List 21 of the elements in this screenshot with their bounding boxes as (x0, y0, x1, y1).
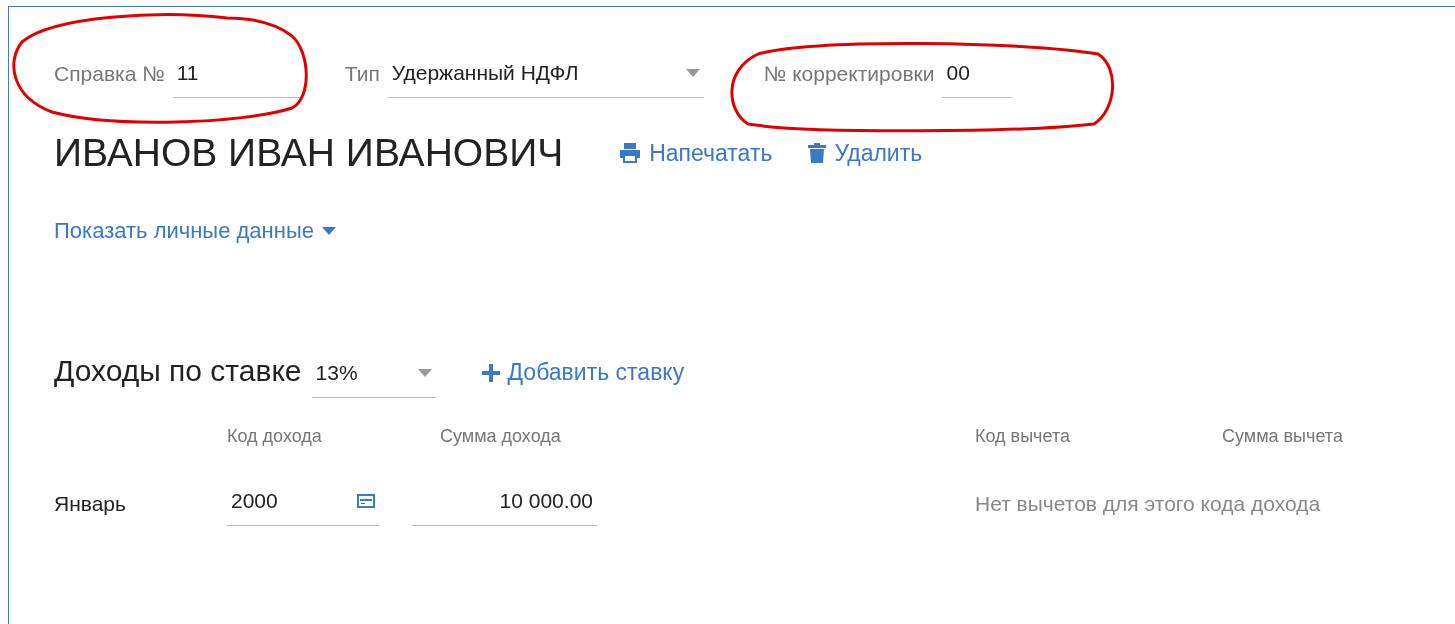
income-amount-field[interactable]: 10 000.00 (412, 489, 597, 526)
column-header: Сумма дохода (440, 426, 562, 447)
field-label: Справка № (54, 62, 165, 87)
column-header: Сумма вычета (1222, 426, 1344, 447)
correction-number-field[interactable]: 00 (942, 61, 1013, 98)
delete-link[interactable]: Удалить (808, 139, 923, 167)
personal-data-toggle[interactable]: Показать личные данные (54, 218, 336, 244)
rate-dropdown[interactable]: 13% (311, 361, 436, 398)
certificate-number-field[interactable]: 11 (172, 61, 303, 98)
column-header: Код вычета (975, 426, 1071, 447)
print-link[interactable]: Напечатать (619, 139, 773, 167)
income-code-field[interactable]: 2000 (227, 489, 379, 526)
field-label: Тип (344, 62, 380, 87)
field-label: № корректировки (763, 62, 935, 87)
section-title: Доходы по ставке (54, 354, 302, 389)
person-name: ИВАНОВ ИВАН ИВАНОВИЧ (54, 131, 564, 175)
empty-deductions-message: Нет вычетов для этого кода дохода (975, 492, 1322, 517)
type-dropdown[interactable]: Удержанный НДФЛ (387, 61, 704, 98)
month-label: Январь (54, 492, 127, 517)
column-header: Код дохода (227, 426, 323, 447)
add-rate-link[interactable]: Добавить ставку (481, 359, 685, 398)
